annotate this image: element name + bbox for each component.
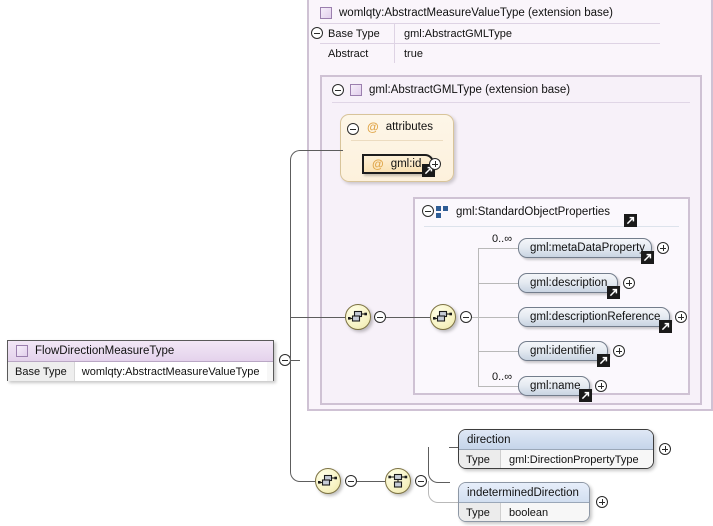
root-type-title-row: FlowDirectionMeasureType [8,341,273,362]
base-type-key: Base Type [328,27,380,40]
type-square-icon [320,6,332,19]
base-type-value: gml:AbstractGMLType [404,27,512,40]
root-stub-line [291,360,300,361]
type-square-icon [16,345,28,357]
element-indetermineddirection-type-row: Type boolean [459,503,589,521]
branch-to-attributes [311,150,343,151]
element-gml-metadataproperty[interactable]: gml:metaDataProperty [518,238,652,258]
extension-base-title-2: gml:AbstractGMLType (extension base) [369,83,571,96]
collapse-toggle-sequence-sop[interactable] [460,311,472,323]
occurrence-label-name: 0..∞ [492,371,513,383]
collapse-toggle-abstractmeasurevaluetype[interactable] [311,27,323,39]
at-symbol-icon: @ [372,157,384,171]
corner-to-direction [428,447,450,483]
branch-stub-4 [478,351,518,352]
model-group-title: gml:StandardObjectProperties [456,205,611,218]
model-group-header: gml:StandardObjectProperties [436,201,676,222]
sequence-squares-icon [436,205,449,218]
link-icon-name[interactable] [579,389,592,402]
link-icon-description[interactable] [607,286,620,299]
expand-toggle-direction[interactable] [659,443,671,455]
expand-toggle-description[interactable] [623,277,635,289]
collapse-toggle-attributes[interactable] [347,123,359,135]
branch-stub-1 [478,248,518,249]
element-gml-descriptionreference[interactable]: gml:descriptionReference [518,307,670,327]
element-direction-type-row: Type gml:DirectionPropertyType [459,450,653,468]
sequence-compositor-own[interactable] [315,468,341,494]
element-indetermineddirection-type-key: Type [459,503,501,521]
inherited-compositor-link [386,317,430,318]
element-box-indetermineddirection[interactable]: indeterminedDirection Type boolean [458,482,590,522]
extension-base-title: womlqty:AbstractMeasureValueType (extens… [339,6,614,19]
element-direction-title: direction [459,430,653,450]
element-label: gml:metaDataProperty [530,242,646,254]
attribute-group-title: attributes [385,121,434,133]
collapse-toggle-sequence-inherited[interactable] [374,311,386,323]
branch-stub-2 [478,283,518,284]
sequence-compositor-inherited[interactable] [345,304,371,330]
collapse-toggle-abstractgmltype[interactable] [332,84,344,96]
element-indetermineddirection-title: indeterminedDirection [459,483,589,503]
expand-toggle-metadataproperty[interactable] [657,242,669,254]
collapse-toggle-choice[interactable] [415,475,427,487]
corner-to-choice-branch [290,460,312,482]
abstract-key: Abstract [328,47,369,60]
root-type-title: FlowDirectionMeasureType [35,345,175,357]
element-indetermineddirection-type-value: boolean [501,503,589,521]
header-rule-model-group [424,226,679,227]
corner-to-indetermineddirection [428,481,450,503]
expand-toggle-indetermineddirection[interactable] [596,496,608,508]
element-label: gml:description [530,277,608,289]
attribute-gml-id-label: gml:id [390,158,422,170]
abstract-row: Abstract true [320,43,660,63]
element-label: gml:name [530,380,581,392]
abstract-value: true [404,47,423,60]
root-base-type-value: womlqty:AbstractMeasureValueType [74,362,267,381]
link-icon-identifier[interactable] [597,354,610,367]
root-base-type-key: Base Type [8,362,75,381]
expand-toggle-descriptionreference[interactable] [675,311,687,323]
collapse-toggle-standardobjectproperties[interactable] [422,205,434,217]
branch-to-sop-compositor [290,317,350,318]
root-spine [290,160,291,472]
expand-toggle-gml-id[interactable] [429,158,441,170]
branch-stub-3 [478,317,518,318]
extension-base-header-abstractgmltype: gml:AbstractGMLType (extension base) [350,79,650,100]
element-direction-type-value: gml:DirectionPropertyType [501,450,653,468]
extension-base-header-abstractmeasurevaluetype: womlqty:AbstractMeasureValueType (extens… [320,2,660,63]
type-square-icon [350,83,362,96]
at-symbol-icon: @ [367,120,379,134]
element-label: gml:identifier [530,345,596,357]
sequence-compositor-standardobjectproperties[interactable] [430,304,456,330]
corner-to-attributes [290,150,312,172]
link-icon-descriptionreference[interactable] [659,320,672,333]
occurrence-label-metadataproperty: 0..∞ [492,233,513,245]
extension-base-title-row: womlqty:AbstractMeasureValueType (extens… [320,2,660,23]
element-gml-identifier[interactable]: gml:identifier [518,341,608,361]
schema-diagram-canvas: womlqty:AbstractMeasureValueType (extens… [0,0,713,526]
element-gml-description[interactable]: gml:description [518,273,618,293]
sequence-to-choice-line [357,481,385,482]
model-group-title-row: gml:StandardObjectProperties [436,201,676,222]
base-type-row: Base Type gml:AbstractGMLType [320,23,660,43]
element-label: gml:descriptionReference [530,311,661,323]
root-base-type-row: Base Type womlqty:AbstractMeasureValueTy… [8,362,273,381]
link-icon-metadataproperty[interactable] [641,251,654,264]
compositor-to-spine-line [472,317,479,318]
expand-toggle-identifier[interactable] [613,345,625,357]
element-box-direction[interactable]: direction Type gml:DirectionPropertyType [458,429,654,469]
root-type-box-flowdirectionmeasuretype: FlowDirectionMeasureType Base Type womlq… [7,340,274,381]
header-rule-abstractgmltype [332,102,690,103]
attribute-group-title-row: @ attributes [367,120,433,134]
collapse-toggle-sequence-own[interactable] [345,475,357,487]
choice-compositor[interactable] [385,468,411,494]
link-icon-standardobjectproperties[interactable] [624,214,637,227]
branch-stub-5 [478,386,518,387]
attribute-group-rule [351,140,443,141]
expand-toggle-name[interactable] [595,380,607,392]
extension-base-title-row-2: gml:AbstractGMLType (extension base) [350,79,650,100]
element-direction-type-key: Type [459,450,501,468]
